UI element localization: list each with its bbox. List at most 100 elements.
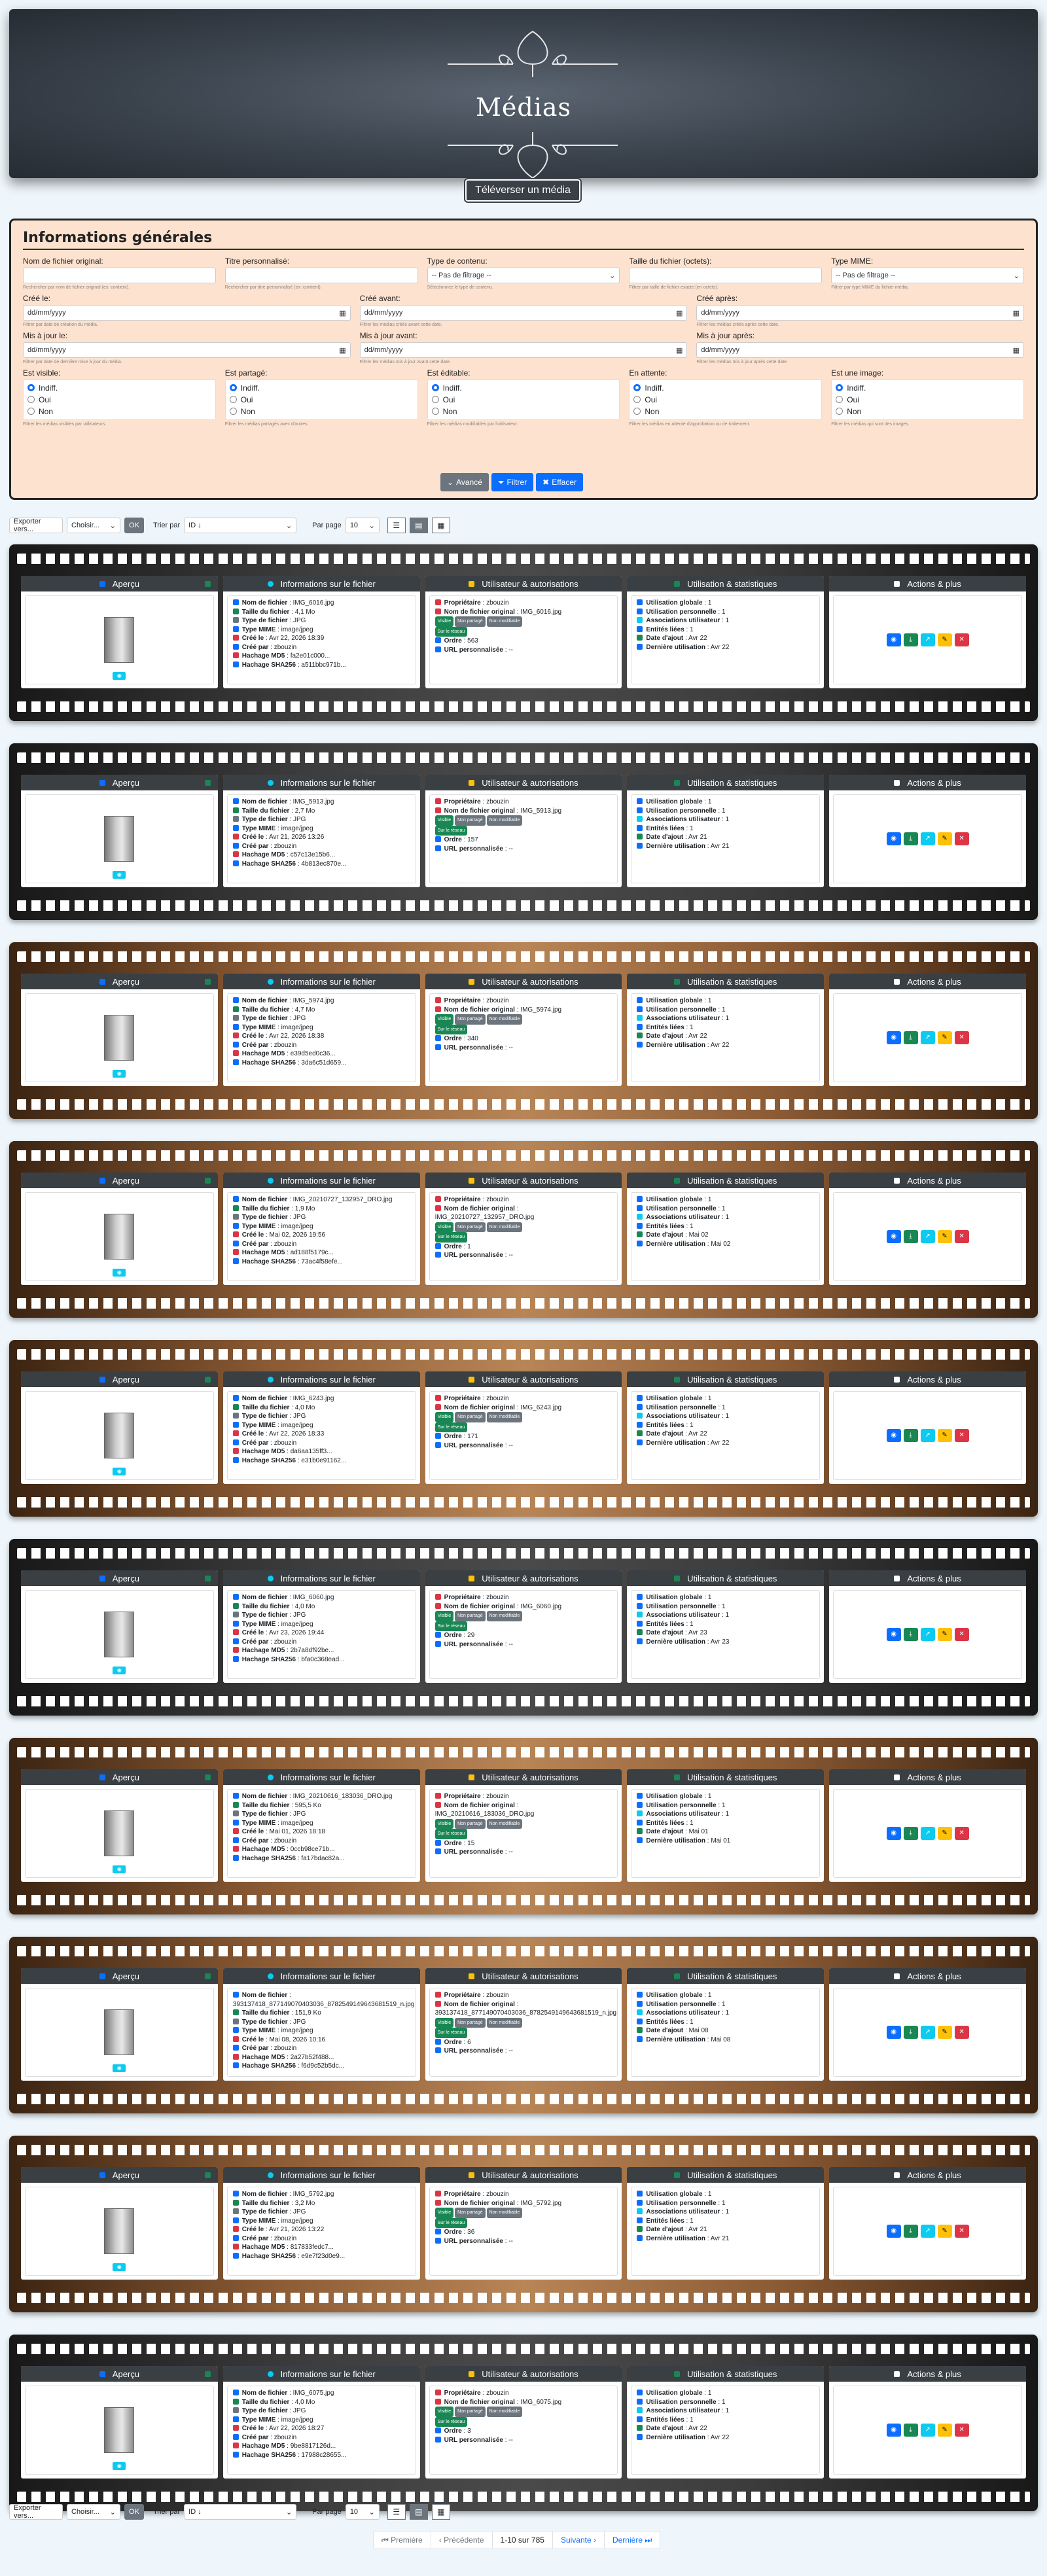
edit-button[interactable]: ✎: [937, 1429, 952, 1442]
share-button[interactable]: ↗: [920, 633, 935, 646]
view-button[interactable]: ◉: [886, 1429, 901, 1442]
per-page-select[interactable]: 10 ⌄: [345, 2504, 380, 2520]
updated-after-date[interactable]: dd/mm/yyyy ▦: [696, 342, 1025, 358]
media-thumbnail[interactable]: [104, 1612, 135, 1657]
updated-on-date[interactable]: dd/mm/yyyy ▦: [23, 342, 351, 358]
share-button[interactable]: ↗: [920, 2026, 935, 2039]
edit-button[interactable]: ✎: [937, 2424, 952, 2437]
first-page-button[interactable]: ⏮ Première: [374, 2532, 431, 2549]
radio-option[interactable]: Indiff.: [633, 382, 817, 394]
share-button[interactable]: ↗: [920, 1628, 935, 1641]
download-button[interactable]: ⤓: [903, 2026, 918, 2039]
edit-button[interactable]: ✎: [937, 1230, 952, 1243]
share-button[interactable]: ↗: [920, 2225, 935, 2238]
mime-type-select[interactable]: -- Pas de filtrage -- ⌄: [831, 268, 1024, 283]
view-icon[interactable]: ◉: [113, 2064, 126, 2072]
view-button[interactable]: ◉: [886, 1031, 901, 1044]
view-icon[interactable]: ◉: [113, 1468, 126, 1475]
edit-button[interactable]: ✎: [937, 633, 952, 646]
view-button[interactable]: ◉: [886, 2424, 901, 2437]
export-select[interactable]: Exporter vers...: [9, 2504, 63, 2520]
view-icon[interactable]: ◉: [113, 1667, 126, 1674]
delete-button[interactable]: ✕: [954, 1429, 969, 1442]
radio-option[interactable]: Indiff.: [229, 382, 414, 394]
download-button[interactable]: ⤓: [903, 1827, 918, 1840]
view-icon[interactable]: ◉: [113, 2462, 126, 2470]
last-page-button[interactable]: Dernière ⏭: [605, 2532, 660, 2549]
delete-button[interactable]: ✕: [954, 2026, 969, 2039]
per-page-select[interactable]: 10 ⌄: [345, 518, 380, 533]
created-before-date[interactable]: dd/mm/yyyy ▦: [359, 305, 688, 321]
view-button[interactable]: ◉: [886, 1230, 901, 1243]
radio-option[interactable]: Oui: [229, 394, 414, 406]
media-thumbnail[interactable]: [104, 2208, 135, 2254]
export-format-select[interactable]: Choisir... ⌄: [67, 518, 120, 533]
download-button[interactable]: ⤓: [903, 832, 918, 845]
share-button[interactable]: ↗: [920, 2424, 935, 2437]
view-icon[interactable]: ◉: [113, 1070, 126, 1078]
view-button[interactable]: ◉: [886, 633, 901, 646]
view-button[interactable]: ◉: [886, 1628, 901, 1641]
next-page-button[interactable]: Suivante ›: [553, 2532, 605, 2549]
radio-option[interactable]: Oui: [633, 394, 817, 406]
download-button[interactable]: ⤓: [903, 1429, 918, 1442]
share-button[interactable]: ↗: [920, 1827, 935, 1840]
view-icon[interactable]: ◉: [113, 1865, 126, 1873]
view-button[interactable]: ◉: [886, 832, 901, 845]
advanced-button[interactable]: ⌄ Avancé: [440, 473, 489, 491]
edit-button[interactable]: ✎: [937, 2225, 952, 2238]
view-icon[interactable]: ◉: [113, 672, 126, 680]
edit-button[interactable]: ✎: [937, 1628, 952, 1641]
delete-button[interactable]: ✕: [954, 2424, 969, 2437]
edit-button[interactable]: ✎: [937, 2026, 952, 2039]
view-button[interactable]: ◉: [886, 2026, 901, 2039]
media-thumbnail[interactable]: [104, 2009, 135, 2055]
media-thumbnail[interactable]: [104, 1413, 135, 1458]
delete-button[interactable]: ✕: [954, 1827, 969, 1840]
edit-button[interactable]: ✎: [937, 832, 952, 845]
delete-button[interactable]: ✕: [954, 1628, 969, 1641]
radio-option[interactable]: Indiff.: [27, 382, 211, 394]
download-button[interactable]: ⤓: [903, 2225, 918, 2238]
filter-button[interactable]: ⏷ Filtrer: [491, 473, 534, 491]
media-thumbnail[interactable]: [104, 617, 135, 663]
list-view-icon[interactable]: ☰: [387, 2504, 406, 2520]
export-ok-button[interactable]: OK: [124, 2504, 144, 2520]
share-button[interactable]: ↗: [920, 832, 935, 845]
radio-option[interactable]: Non: [431, 406, 616, 417]
download-button[interactable]: ⤓: [903, 1031, 918, 1044]
share-button[interactable]: ↗: [920, 1230, 935, 1243]
radio-option[interactable]: Oui: [27, 394, 211, 406]
clear-button[interactable]: ✖ Effacer: [536, 473, 584, 491]
share-button[interactable]: ↗: [920, 1429, 935, 1442]
media-thumbnail[interactable]: [104, 1214, 135, 1260]
delete-button[interactable]: ✕: [954, 1230, 969, 1243]
upload-media-button[interactable]: Téléverser un média: [464, 178, 582, 203]
share-button[interactable]: ↗: [920, 1031, 935, 1044]
view-icon[interactable]: ◉: [113, 2263, 126, 2271]
radio-option[interactable]: Indiff.: [431, 382, 616, 394]
edit-button[interactable]: ✎: [937, 1827, 952, 1840]
radio-option[interactable]: Non: [27, 406, 211, 417]
radio-option[interactable]: Non: [633, 406, 817, 417]
updated-before-date[interactable]: dd/mm/yyyy ▦: [359, 342, 688, 358]
edit-button[interactable]: ✎: [937, 1031, 952, 1044]
content-type-select[interactable]: -- Pas de filtrage -- ⌄: [427, 268, 620, 283]
download-button[interactable]: ⤓: [903, 1230, 918, 1243]
download-button[interactable]: ⤓: [903, 2424, 918, 2437]
file-size-input[interactable]: [629, 268, 823, 283]
radio-option[interactable]: Non: [229, 406, 414, 417]
created-on-date[interactable]: dd/mm/yyyy ▦: [23, 305, 351, 321]
prev-page-button[interactable]: ‹ Précédente: [431, 2532, 493, 2549]
media-thumbnail[interactable]: [104, 2407, 135, 2453]
strip-view-icon[interactable]: ▤: [409, 2504, 428, 2520]
sort-select[interactable]: ID ↓ ⌄: [184, 2504, 297, 2520]
original-filename-input[interactable]: [23, 268, 216, 283]
media-thumbnail[interactable]: [104, 1015, 135, 1061]
delete-button[interactable]: ✕: [954, 2225, 969, 2238]
delete-button[interactable]: ✕: [954, 633, 969, 646]
view-button[interactable]: ◉: [886, 1827, 901, 1840]
download-button[interactable]: ⤓: [903, 1628, 918, 1641]
view-icon[interactable]: ◉: [113, 1269, 126, 1277]
export-select[interactable]: Exporter vers...: [9, 518, 63, 533]
